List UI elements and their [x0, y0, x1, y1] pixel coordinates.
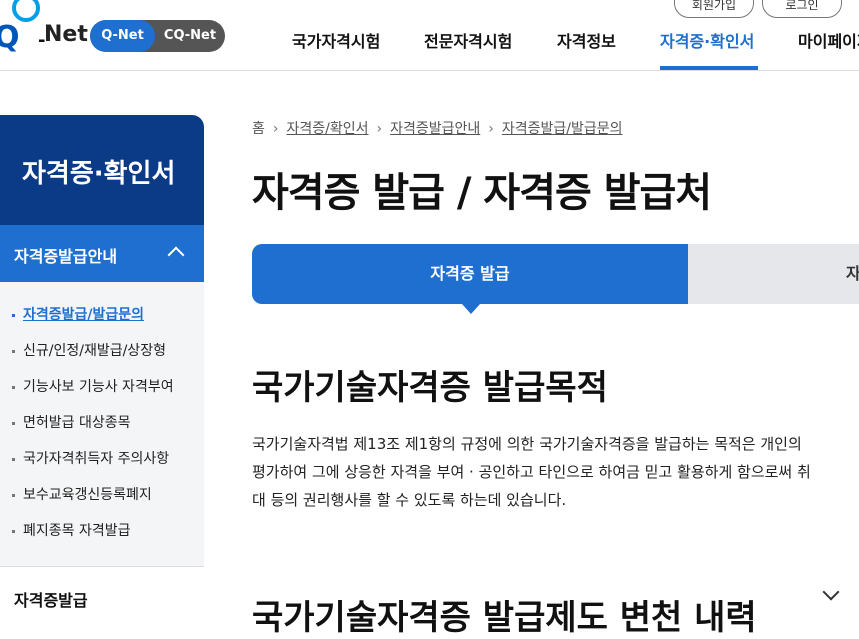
sidebar-title: 자격증·확인서 [22, 159, 176, 189]
logo-circle-icon [12, 0, 40, 22]
sidebar-item-issuance-inquiry[interactable]: 자격증발급/발급문의 [12, 304, 144, 324]
gnb-active-indicator [660, 66, 758, 70]
qnet-logo[interactable]: Q - Net [0, 0, 88, 56]
logo-q: Q [0, 20, 20, 55]
chevron-up-icon [167, 246, 185, 264]
sidebar-item-holder-notice[interactable]: 국가자격취득자 주의사항 [12, 448, 169, 468]
sidebar-item-label: 폐지종목 자격발급 [23, 523, 131, 539]
gnb-qualification-info[interactable]: 자격정보 [557, 28, 616, 52]
tab-certificate-issuance[interactable]: 자격증 발급 [252, 244, 688, 314]
sidebar-group-issuance[interactable]: 자격증발급 [0, 566, 204, 621]
bullet-icon [12, 421, 15, 425]
chevron-right-icon: › [488, 121, 494, 137]
body-line: 평가하여 그에 상응한 자격을 부여 · 공인하고 타인으로 하여금 믿고 활용… [252, 463, 811, 481]
sidebar-item-label: 국가자격취득자 주의사항 [23, 451, 170, 467]
sidebar-item-label: 신규/인정/재발급/상장형 [23, 343, 166, 359]
page-title: 자격증 발급 / 자격증 발급처 [252, 170, 712, 216]
sidebar-group-label: 자격증발급 [14, 591, 88, 610]
sidebar-title-box: 자격증·확인서 [0, 115, 204, 225]
gnb-professional-exam[interactable]: 전문자격시험 [424, 28, 512, 52]
sidebar-item-label: 면허발급 대상종목 [23, 415, 131, 431]
content-tabs: 자격증 발급 자 [252, 244, 859, 314]
gnb-mypage[interactable]: 마이페이지 [798, 28, 859, 52]
site-switcher: Q-Net CQ-Net [90, 20, 225, 52]
chevron-right-icon: › [272, 121, 279, 137]
chevron-right-icon: › [376, 121, 383, 137]
chevron-down-icon [822, 583, 840, 601]
sidebar-item-label: 보수교육갱신등록폐지 [23, 487, 152, 503]
sidebar-item-label: 자격증발급/발급문의 [23, 307, 145, 323]
bullet-icon [12, 529, 15, 533]
bullet-icon [12, 457, 15, 461]
breadcrumb: 홈 › 자격증/확인서 › 자격증발급안내 › 자격증발급/발급문의 [252, 118, 623, 138]
breadcrumb-home[interactable]: 홈 [252, 121, 265, 137]
site-header: Q - Net Q-Net CQ-Net 회원가입 로그인 국가자격시험 전문자… [0, 0, 859, 71]
sidebar-group-issuance-guide[interactable]: 자격증발급안내 [0, 225, 204, 282]
section-body: 국가기술자격법 제13조 제1항의 규정에 의한 국가기술자격증을 발급하는 목… [252, 430, 859, 514]
bullet-icon [12, 493, 15, 497]
gnb-certificate[interactable]: 자격증·확인서 [660, 28, 754, 52]
logo-net: Net [44, 22, 88, 47]
sidebar-item-new-reissue[interactable]: 신규/인정/재발급/상장형 [12, 340, 166, 360]
body-line: 대 등의 권리행사를 할 수 있도록 하는데 있습니다. [252, 491, 567, 509]
qnet-switch-button[interactable]: Q-Net [90, 20, 155, 52]
login-button[interactable]: 로그인 [762, 0, 842, 18]
cqnet-switch-button[interactable]: CQ-Net [155, 20, 225, 52]
sidebar-item-renewal[interactable]: 보수교육갱신등록폐지 [12, 484, 152, 504]
bullet-icon [12, 385, 15, 389]
sidebar-item-license-targets[interactable]: 면허발급 대상종목 [12, 412, 131, 432]
gnb-national-exam[interactable]: 국가자격시험 [292, 28, 380, 52]
section-title-history: 국가기술자격증 발급제도 변천 내력 [252, 598, 757, 638]
sidebar-item-label: 기능사보 기능사 자격부여 [23, 379, 174, 395]
sidebar-item-abolished[interactable]: 폐지종목 자격발급 [12, 520, 131, 540]
join-button[interactable]: 회원가입 [674, 0, 754, 18]
body-line: 국가기술자격법 제13조 제1항의 규정에 의한 국가기술자격증을 발급하는 목… [252, 435, 802, 453]
tab-issuing-office[interactable]: 자 [688, 244, 859, 304]
breadcrumb-current[interactable]: 자격증발급/발급문의 [502, 121, 623, 137]
sidebar-item-craftsman-grant[interactable]: 기능사보 기능사 자격부여 [12, 376, 174, 396]
sidebar-group-label: 자격증발급안내 [14, 247, 118, 266]
tab-label: 자 [846, 264, 859, 283]
bullet-icon [12, 313, 15, 317]
breadcrumb-certificate[interactable]: 자격증/확인서 [287, 121, 369, 137]
sidebar-submenu: 자격증발급/발급문의 신규/인정/재발급/상장형 기능사보 기능사 자격부여 면… [0, 282, 204, 566]
bullet-icon [12, 349, 15, 353]
breadcrumb-issuance-guide[interactable]: 자격증발급안내 [390, 121, 480, 137]
section-title-purpose: 국가기술자격증 발급목적 [252, 368, 608, 408]
